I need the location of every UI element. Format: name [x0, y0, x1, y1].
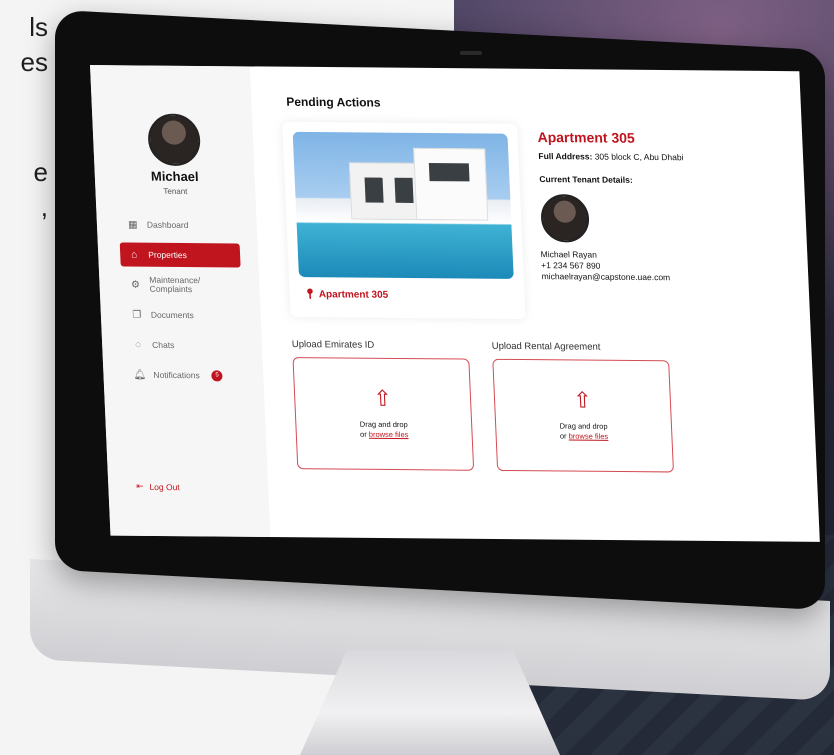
property-photo [292, 131, 514, 279]
logout-icon: ⇤ [136, 480, 144, 491]
chat-icon: ◌ [134, 339, 142, 351]
apartment-title: Apartment 305 [537, 128, 636, 146]
documents-icon: ❐ [132, 309, 142, 321]
property-location: 📍︎ Apartment 305 [303, 289, 389, 301]
upload-icon: ⇧ [572, 387, 593, 413]
page-title: Pending Actions [286, 94, 381, 110]
camera-icon [460, 51, 482, 55]
property-card[interactable]: 📍︎ Apartment 305 [282, 121, 526, 320]
user-name: Michael [150, 168, 199, 185]
sidebar-item-dashboard[interactable]: ▦ Dashboard [118, 212, 239, 237]
sidebar: Michael Tenant ▦ Dashboard ⌂ Properties … [90, 65, 271, 538]
browse-files-link[interactable]: browse files [369, 430, 409, 439]
apartment-address: Full Address: 305 block C, Abu Dhabi [538, 150, 684, 163]
sidebar-item-maintenance[interactable]: ⚙ Maintenance/ Complaints [121, 272, 242, 297]
upload-icon: ⇧ [372, 385, 393, 411]
app-screen: Michael Tenant ▦ Dashboard ⌂ Properties … [90, 65, 820, 542]
upload-rental-dropzone[interactable]: ⇧ Drag and drop or browse files [492, 358, 674, 473]
logout-button[interactable]: ⇤ Log Out [136, 481, 180, 492]
bell-icon: 🔔︎ [133, 369, 147, 381]
location-pin-icon: 📍︎ [303, 289, 317, 301]
user-role: Tenant [163, 186, 188, 196]
home-icon: ⌂ [130, 249, 138, 261]
sidebar-item-chats[interactable]: ◌ Chats [124, 333, 245, 358]
tenant-heading: Current Tenant Details: [539, 174, 633, 185]
sidebar-item-label: Chats [151, 339, 175, 351]
gear-icon: ⚙ [130, 279, 141, 291]
tenant-email: michaelrayan@capstone.uae.com [541, 271, 671, 283]
sidebar-item-documents[interactable]: ❐ Documents [122, 303, 243, 328]
dashboard-icon: ▦ [127, 218, 138, 231]
sidebar-item-label: Notifications [153, 369, 200, 381]
avatar[interactable] [147, 113, 202, 167]
upload-emirates-dropzone[interactable]: ⇧ Drag and drop or browse files [292, 357, 475, 471]
main-content: Pending Actions 📍︎ Apartment 305 Apartme… [265, 67, 820, 542]
logout-label: Log Out [149, 481, 180, 492]
sidebar-item-label: Maintenance/ Complaints [149, 274, 201, 295]
browse-files-link[interactable]: browse files [568, 432, 608, 441]
sidebar-nav: ▦ Dashboard ⌂ Properties ⚙ Maintenance/ … [118, 212, 246, 393]
sidebar-item-notifications[interactable]: 🔔︎ Notifications 5 [125, 363, 246, 388]
tenant-info: Michael Rayan +1 234 567 890 michaelraya… [540, 249, 670, 283]
sidebar-item-label: Properties [147, 249, 188, 261]
notification-badge: 5 [211, 369, 223, 381]
upload-emirates-label: Upload Emirates ID [291, 339, 375, 351]
monitor: Michael Tenant ▦ Dashboard ⌂ Properties … [30, 9, 830, 701]
upload-rental-label: Upload Rental Agreement [491, 340, 601, 353]
tenant-avatar [540, 194, 591, 243]
sidebar-item-label: Dashboard [146, 219, 189, 231]
sidebar-item-label: Documents [150, 309, 194, 321]
sidebar-item-properties[interactable]: ⌂ Properties [119, 242, 241, 268]
